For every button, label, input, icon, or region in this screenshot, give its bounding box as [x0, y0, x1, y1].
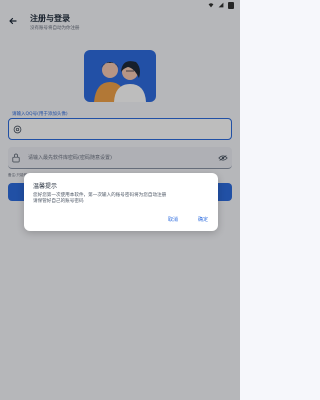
notice-dialog: 温馨提示 您好您第一次使用本软件，第一次输入的账号密码将为您自动注册 请保管好自…: [24, 173, 218, 231]
dialog-actions: 取消 确定: [166, 214, 210, 225]
dialog-title: 温馨提示: [33, 183, 58, 190]
dialog-cancel-button[interactable]: 取消: [166, 214, 180, 225]
dialog-confirm-button[interactable]: 确定: [196, 214, 210, 225]
dialog-body: 您好您第一次使用本软件，第一次输入的账号密码将为您自动注册 请保管好自己的账号密…: [33, 193, 167, 204]
